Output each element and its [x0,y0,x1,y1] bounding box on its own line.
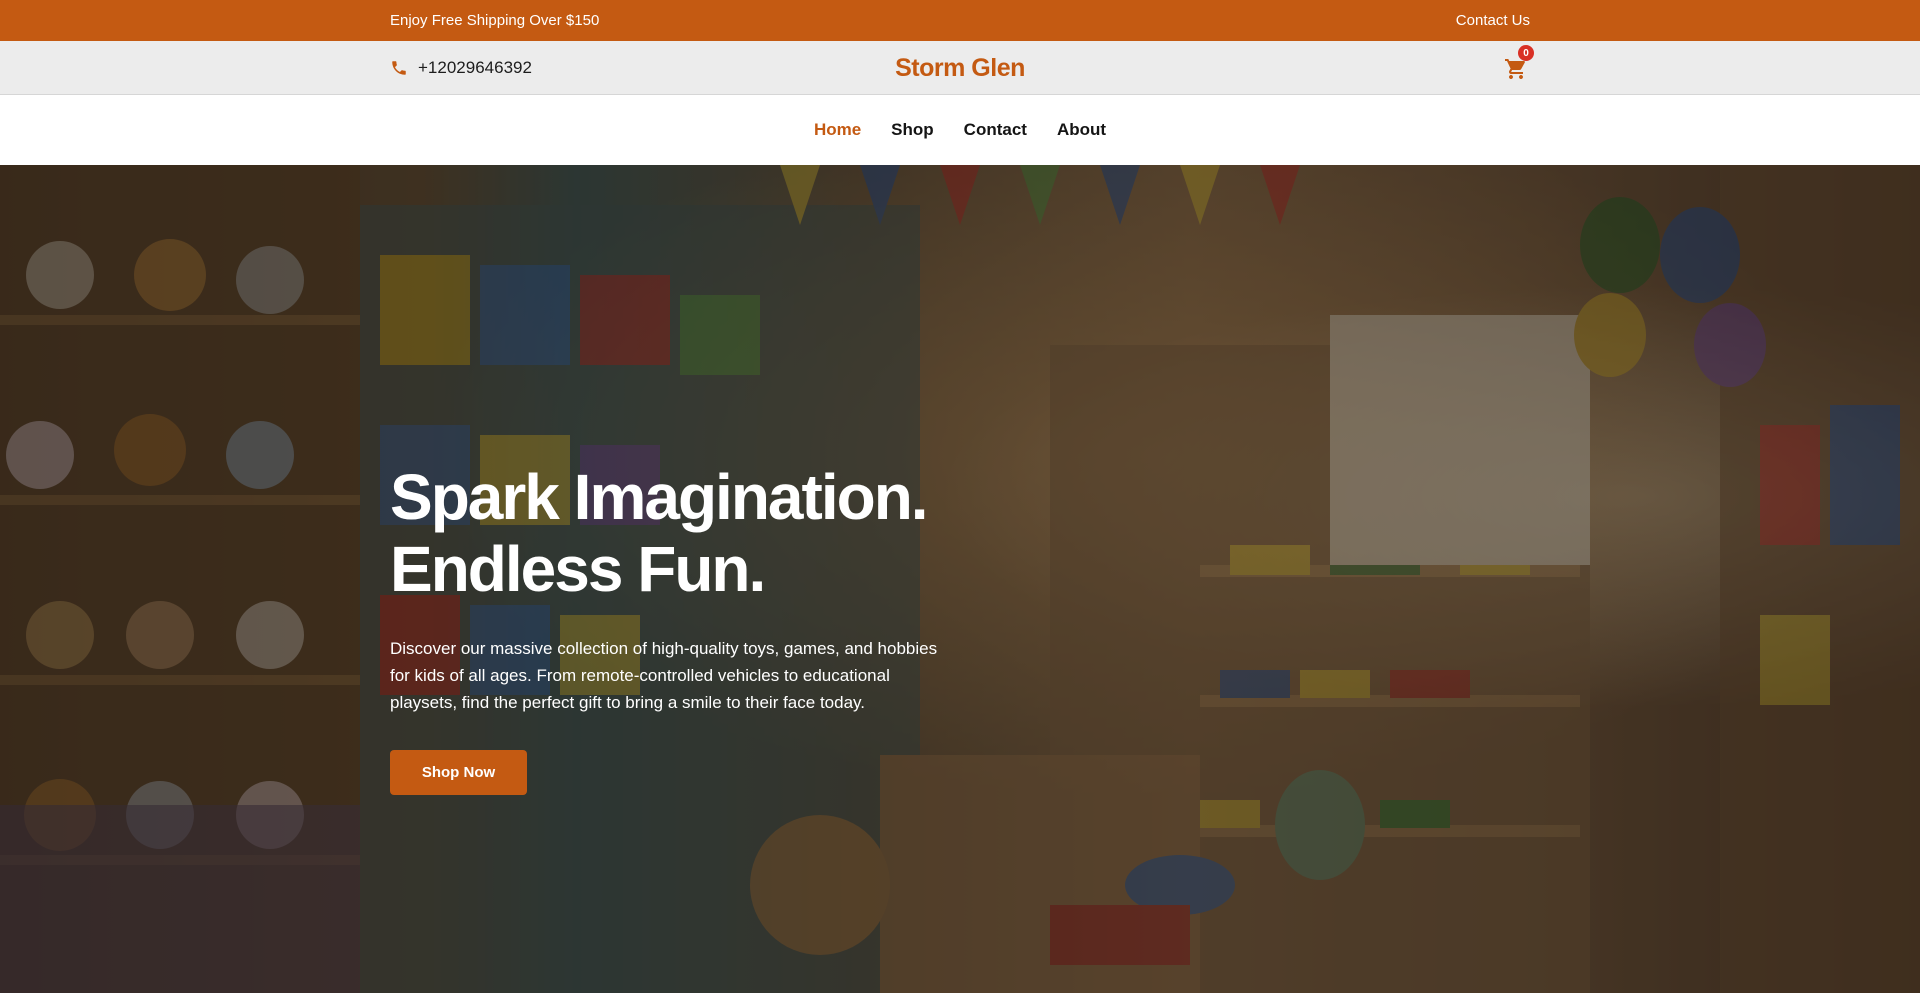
hero-title-line2: Endless Fun. [390,533,766,605]
nav-about[interactable]: About [1057,116,1106,144]
main-nav: Home Shop Contact About [0,95,1920,165]
free-shipping-text: Enjoy Free Shipping Over $150 [390,12,600,29]
hero-content: Spark Imagination. Endless Fun. Discover… [390,461,950,795]
cart-button[interactable]: 0 [1504,45,1534,81]
hero-section: Spark Imagination. Endless Fun. Discover… [0,165,1920,993]
contact-us-link[interactable]: Contact Us [1456,12,1530,29]
hero-description: Discover our massive collection of high-… [390,639,938,712]
hero-title: Spark Imagination. Endless Fun. [390,461,950,605]
nav-home[interactable]: Home [814,116,861,144]
header-bar: +12029646392 Storm Glen 0 [0,41,1920,95]
nav-contact[interactable]: Contact [964,116,1027,144]
hero-dark-overlay [0,165,1920,993]
cart-count-badge: 0 [1518,45,1534,61]
brand-logo[interactable]: Storm Glen [895,54,1025,83]
nav-shop[interactable]: Shop [891,116,934,144]
phone-contact[interactable]: +12029646392 [390,58,630,78]
announcement-bar: Enjoy Free Shipping Over $150 Contact Us [0,0,1920,41]
hero-title-line1: Spark Imagination. [390,461,929,533]
phone-icon [392,61,406,75]
phone-number: +12029646392 [418,58,532,77]
shop-now-button[interactable]: Shop Now [390,750,527,795]
